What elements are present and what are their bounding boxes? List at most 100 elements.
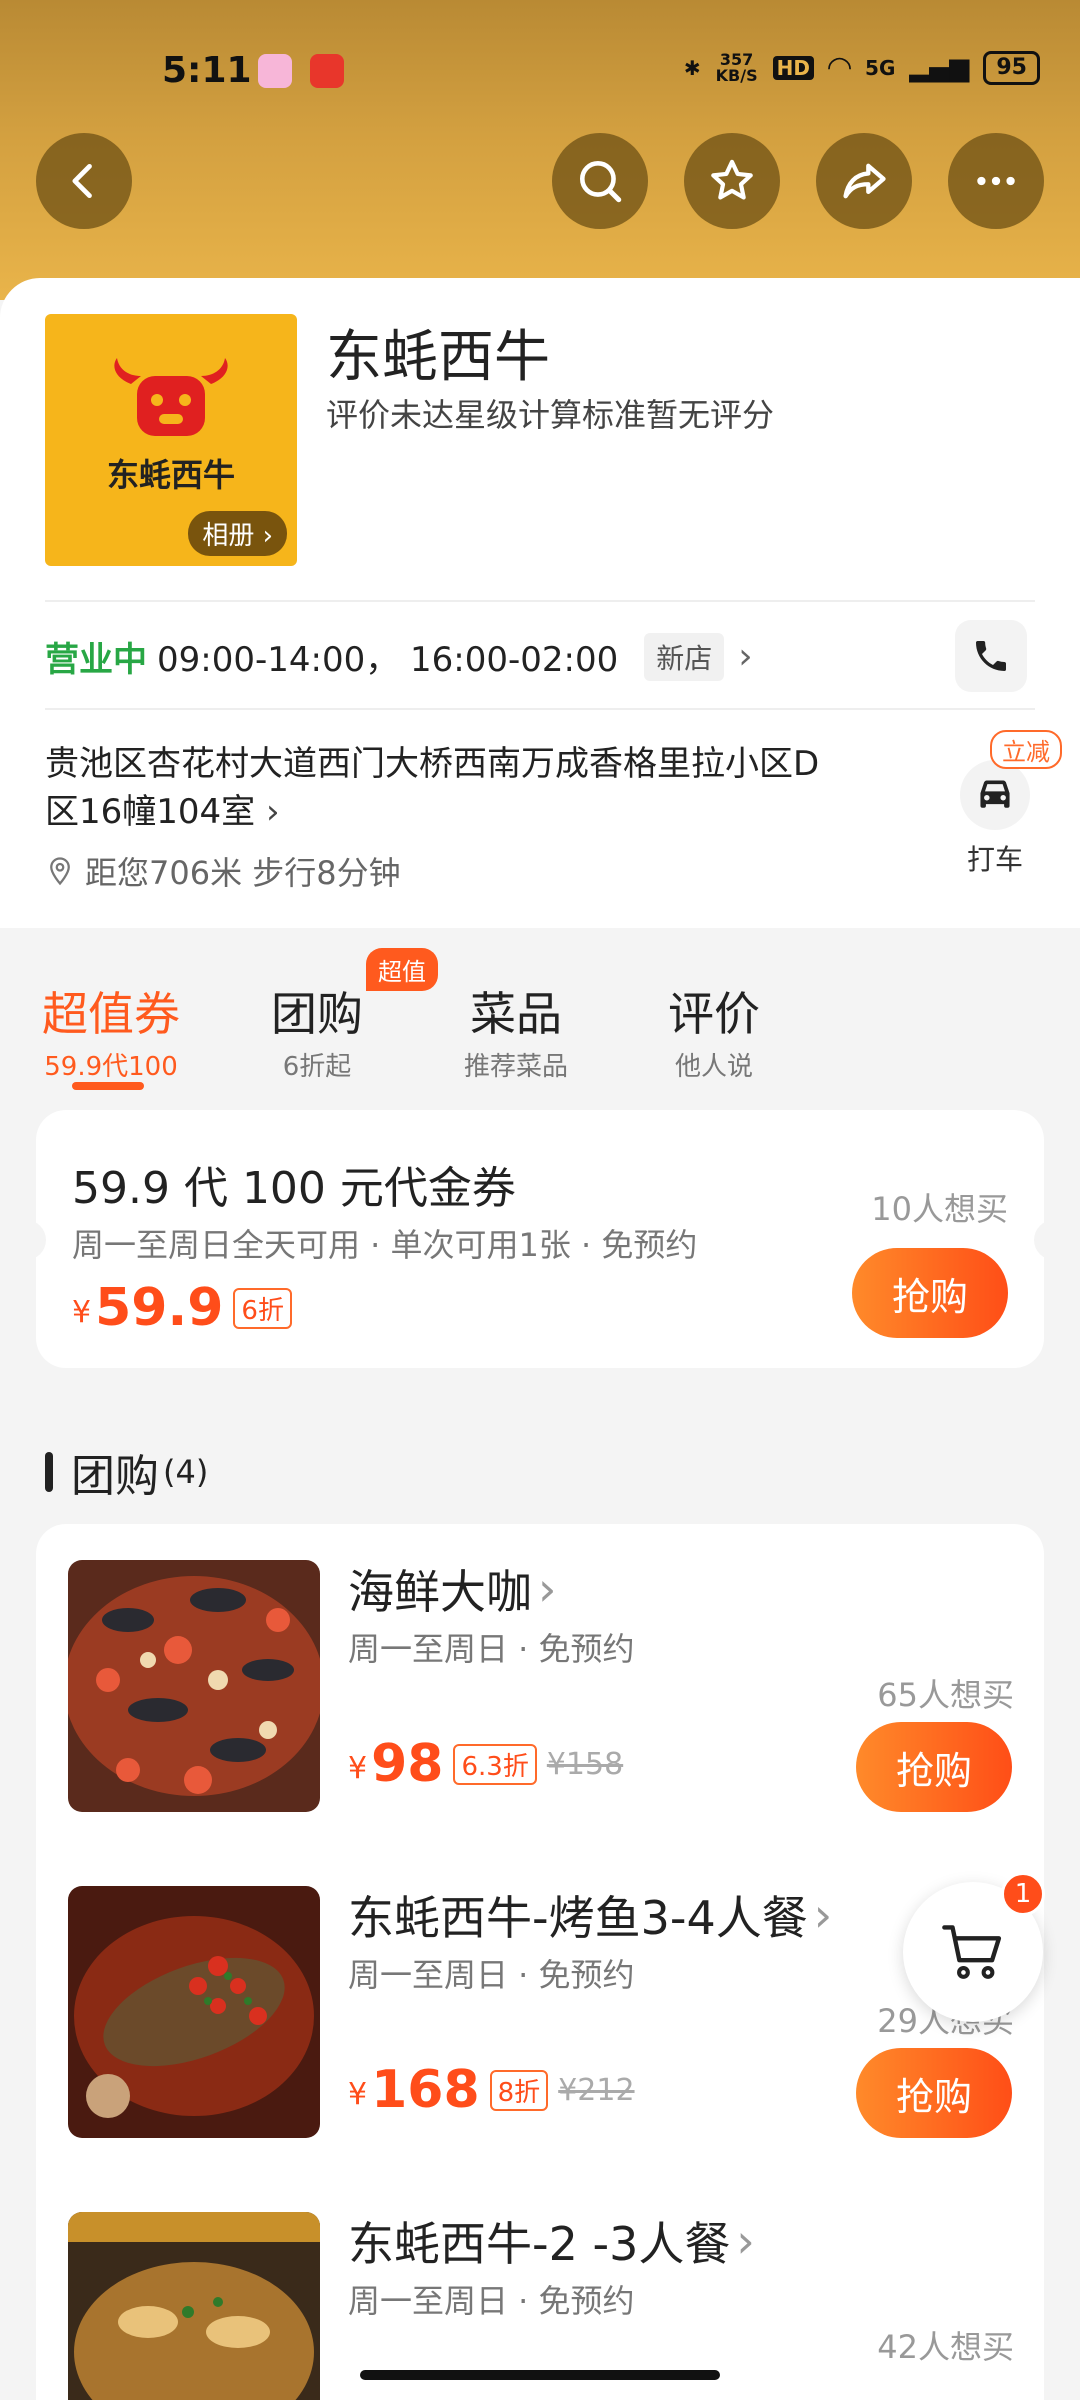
buy-button[interactable]: 抢购 bbox=[856, 1722, 1012, 1812]
phone-button[interactable] bbox=[955, 620, 1027, 692]
deal-price: ¥ 98 6.3折 ¥158 bbox=[348, 1734, 623, 1794]
discount-tag: 6折 bbox=[233, 1287, 292, 1329]
taxi-button[interactable]: 立减 打车 bbox=[950, 730, 1062, 878]
buy-button[interactable]: 抢购 bbox=[852, 1248, 1008, 1338]
deal-name: 东蚝西牛-烤鱼3-4人餐 › bbox=[348, 1882, 832, 1948]
deal-name: 海鲜大咖 › bbox=[348, 1556, 556, 1622]
divider bbox=[45, 708, 1035, 710]
open-status: 营业中 bbox=[45, 640, 147, 680]
cart-count-badge: 1 bbox=[1001, 1872, 1045, 1916]
distance-row: 距您706米 步行8分钟 bbox=[45, 848, 401, 894]
shop-name: 东蚝西牛 bbox=[326, 325, 550, 390]
original-price: ¥158 bbox=[546, 1746, 624, 1782]
distance-text: 距您706米 步行8分钟 bbox=[85, 854, 401, 892]
original-price: ¥212 bbox=[558, 2072, 635, 2108]
back-button[interactable] bbox=[36, 133, 132, 229]
shop-logo[interactable]: 东蚝西牛 相册 › bbox=[45, 314, 297, 566]
status-time: 5:11 bbox=[162, 50, 252, 91]
section-count: (4) bbox=[163, 1453, 209, 1491]
hd-icon: HD bbox=[772, 55, 814, 80]
tab-subtitle: 59.9代100 bbox=[44, 1052, 178, 1082]
deal-item[interactable]: 东蚝西牛-2 -3人餐 › 周一至周日 · 免预约 42人想买 bbox=[36, 2176, 1044, 2400]
voucher-desc: 周一至周日全天可用 · 单次可用1张 · 免预约 bbox=[72, 1226, 698, 1264]
new-shop-tag: 新店 bbox=[644, 632, 725, 681]
tab-title: 评价 bbox=[668, 987, 760, 1041]
tab-subtitle: 推荐菜品 bbox=[463, 1052, 568, 1082]
network-label: 5G bbox=[865, 55, 896, 80]
want-count: 65人想买 bbox=[877, 1676, 1014, 1714]
buy-button[interactable]: 抢购 bbox=[856, 2048, 1012, 2138]
tab-title: 团购 bbox=[271, 987, 363, 1041]
deal-thumbnail bbox=[68, 1560, 320, 1812]
tab-vouchers[interactable]: 超值券 59.9代100 bbox=[36, 978, 186, 1083]
location-pin-icon bbox=[50, 857, 70, 886]
home-indicator[interactable] bbox=[360, 2370, 720, 2380]
voucher-notch bbox=[1034, 1220, 1054, 1260]
favorite-button[interactable] bbox=[684, 133, 780, 229]
search-icon bbox=[580, 161, 622, 203]
seafood-image bbox=[68, 1560, 320, 1812]
shopping-cart-icon bbox=[942, 1925, 1002, 1979]
section-header: 团购 (4) bbox=[45, 1440, 208, 1504]
chevron-right-icon: › bbox=[738, 636, 753, 677]
tab-title: 超值券 bbox=[42, 987, 180, 1041]
tab-underline bbox=[72, 1082, 144, 1090]
address-text: 贵池区杏花村大道西门大桥西南万成香格里拉小区D区16幢104室 bbox=[45, 744, 820, 832]
chevron-right-icon: › bbox=[813, 1888, 833, 1942]
voucher-title: 59.9 代 100 元代金券 bbox=[72, 1163, 516, 1214]
back-arrow-icon bbox=[72, 163, 92, 199]
tab-title: 菜品 bbox=[470, 987, 562, 1041]
tab-badge: 超值 bbox=[366, 948, 438, 991]
car-icon bbox=[980, 780, 1010, 808]
deal-desc: 周一至周日 · 免预约 bbox=[348, 1630, 635, 1668]
tab-subtitle: 6折起 bbox=[282, 1052, 352, 1082]
search-button[interactable] bbox=[552, 133, 648, 229]
cart-button[interactable]: 1 bbox=[903, 1872, 1045, 2022]
more-button[interactable] bbox=[948, 133, 1044, 229]
deal-name: 东蚝西牛-2 -3人餐 › bbox=[348, 2208, 755, 2274]
taxi-discount-tag: 立减 bbox=[990, 730, 1062, 769]
status-icons: ✱ 357 KB/S HD ◠ 5G ▂▄▆ 95 bbox=[684, 50, 1040, 85]
album-label: 相册 bbox=[202, 521, 255, 551]
car-icon-wrap bbox=[960, 760, 1030, 830]
deal-item[interactable]: 海鲜大咖 › 周一至周日 · 免预约 ¥ 98 6.3折 ¥158 65人想买 抢… bbox=[36, 1524, 1044, 1824]
deal-item[interactable]: 东蚝西牛-烤鱼3-4人餐 › 周一至周日 · 免预约 ¥ 168 8折 ¥212 … bbox=[36, 1850, 1044, 2150]
want-count: 42人想买 bbox=[877, 2328, 1014, 2366]
address-link[interactable]: 贵池区杏花村大道西门大桥西南万成香格里拉小区D区16幢104室 › bbox=[45, 740, 825, 836]
deal-thumbnail bbox=[68, 1886, 320, 2138]
voucher-notch bbox=[26, 1220, 46, 1260]
notification-app-icon bbox=[310, 54, 344, 88]
share-button[interactable] bbox=[816, 133, 912, 229]
status-bar: 5:11 ✱ 357 KB/S HD ◠ 5G ▂▄▆ 95 bbox=[0, 40, 1080, 100]
price-value: 59.9 bbox=[95, 1278, 224, 1338]
taxi-label: 打车 bbox=[966, 843, 1023, 876]
deal-name-text: 东蚝西牛-烤鱼3-4人餐 bbox=[348, 1891, 808, 1945]
section-title: 团购 bbox=[71, 1451, 159, 1502]
tab-reviews[interactable]: 评价 他人说 bbox=[656, 978, 772, 1083]
tab-group-buy[interactable]: 团购 6折起 bbox=[262, 978, 372, 1083]
album-button[interactable]: 相册 › bbox=[188, 511, 287, 556]
voucher-card[interactable]: 59.9 代 100 元代金券 周一至周日全天可用 · 单次可用1张 · 免预约… bbox=[26, 1110, 1054, 1368]
chevron-right-icon: › bbox=[538, 1562, 557, 1616]
signal-icon: ▂▄▆ bbox=[909, 52, 970, 83]
currency-symbol: ¥ bbox=[348, 1751, 368, 1786]
wifi-icon: ◠ bbox=[827, 50, 852, 85]
rating-note: 评价未达星级计算标准暂无评分 bbox=[326, 396, 775, 434]
want-count: 10人想买 bbox=[871, 1190, 1008, 1228]
battery-icon: 95 bbox=[983, 50, 1040, 85]
tab-dishes[interactable]: 菜品 推荐菜品 bbox=[452, 978, 580, 1083]
tab-bar: 超值券 59.9代100 团购 6折起 菜品 推荐菜品 评价 他人说 bbox=[0, 960, 1080, 1100]
discount-tag: 6.3折 bbox=[453, 1743, 537, 1785]
chevron-right-icon: › bbox=[736, 2214, 755, 2268]
logo-text: 东蚝西牛 bbox=[106, 456, 235, 494]
price-value: 98 bbox=[371, 1734, 444, 1794]
deal-desc: 周一至周日 · 免预约 bbox=[348, 2282, 635, 2320]
price-value: 168 bbox=[371, 2060, 480, 2120]
hours-text: 09:00-14:00， 16:00-02:00 bbox=[157, 640, 619, 680]
currency-symbol: ¥ bbox=[348, 2077, 368, 2112]
divider bbox=[45, 600, 1035, 602]
deal-list: 海鲜大咖 › 周一至周日 · 免预约 ¥ 98 6.3折 ¥158 65人想买 抢… bbox=[36, 1524, 1044, 2400]
share-icon bbox=[843, 163, 886, 199]
deal-price: ¥ 168 8折 ¥212 bbox=[348, 2060, 635, 2120]
business-hours-row[interactable]: 营业中 09:00-14:00， 16:00-02:00 新店 › bbox=[45, 632, 753, 681]
